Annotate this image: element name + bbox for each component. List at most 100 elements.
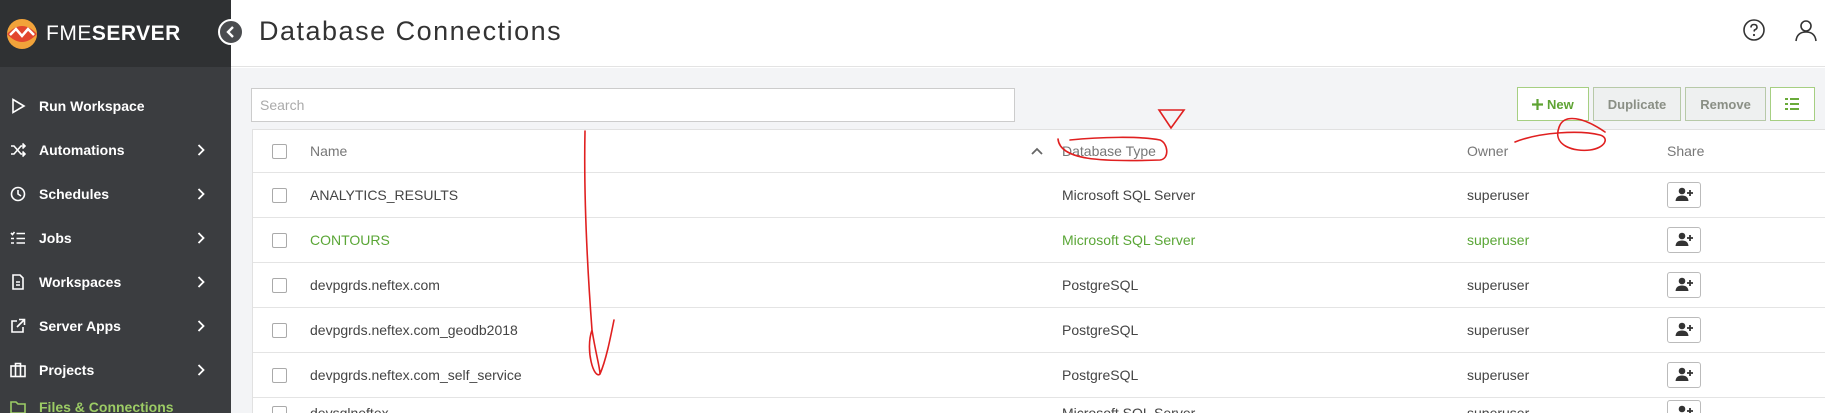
sidebar-item-label: Jobs [39,230,72,246]
briefcase-icon [9,361,27,379]
clock-icon [9,185,27,203]
table-row[interactable]: CONTOURS Microsoft SQL Server superuser [253,218,1825,263]
cell-database-type: Microsoft SQL Server [1062,405,1196,413]
cell-owner: superuser [1467,367,1530,383]
cell-database-type: Microsoft SQL Server [1062,187,1196,203]
brand-name: FMESERVER [46,22,181,46]
sidebar-item-files-connections[interactable]: Files & Connections [0,392,231,413]
brand-server: SERVER [91,21,181,45]
sidebar-item-projects[interactable]: Projects [0,348,231,392]
search-input[interactable] [251,88,1015,122]
chevron-down-icon [197,407,209,413]
brand-fme: FME [46,21,92,45]
cell-owner: superuser [1467,322,1530,338]
share-user-button[interactable] [1667,400,1701,413]
chevron-left-icon [226,26,234,38]
table-row[interactable]: devpgrds.neftex.com_self_service PostgreS… [253,353,1825,398]
play-icon [9,97,27,115]
table-row[interactable]: devpgrds.neftex.com PostgreSQL superuser [253,263,1825,308]
sidebar-item-label: Projects [39,362,95,378]
cell-name[interactable]: devpgrds.neftex.com_geodb2018 [310,308,518,352]
chevron-right-icon [197,319,205,335]
row-checkbox[interactable] [272,353,287,397]
cell-name[interactable]: devpgrds.neftex.com_self_service [310,353,522,397]
user-icon[interactable] [1794,18,1818,42]
sidebar-item-label: Schedules [39,186,110,202]
remove-button[interactable]: Remove [1685,87,1766,121]
sidebar-item-run-workspace[interactable]: Run Workspace [0,84,231,128]
row-checkbox[interactable] [272,398,287,413]
sidebar-item-label: Server Apps [39,318,121,334]
plus-icon [1532,98,1543,110]
sidebar-item-schedules[interactable]: Schedules [0,172,231,216]
toolbar: New Duplicate Remove [1517,87,1815,121]
cell-share [1667,398,1701,413]
sidebar: FMESERVER Run Workspace Automations Schedu… [0,0,244,413]
cell-database-type: PostgreSQL [1062,277,1139,293]
page-title: Database Connections [259,16,563,46]
main-content: New Duplicate Remove Name Database Type [231,68,1825,413]
cell-owner: superuser [1467,405,1530,413]
cell-owner: superuser [1467,277,1530,293]
help-icon[interactable] [1742,18,1766,42]
external-link-icon [9,317,27,335]
sidebar-item-label: Workspaces [39,274,122,290]
cell-name[interactable]: ANALYTICS_RESULTS [310,173,458,217]
share-user-button[interactable] [1667,182,1701,208]
page-header: Database Connections [231,0,1825,67]
list-icon [9,229,27,247]
cell-share [1667,308,1701,352]
table-row[interactable]: devpgrds.neftex.com_geodb2018 PostgreSQL s… [253,308,1825,353]
sidebar-item-workspaces[interactable]: Workspaces [0,260,231,304]
sort-ascending-icon[interactable] [1031,130,1043,172]
column-settings-button[interactable] [1769,87,1815,121]
table-row[interactable]: ANALYTICS_RESULTS Microsoft SQL Server sup… [253,173,1825,218]
document-icon [9,273,27,291]
select-all-checkbox[interactable] [272,130,287,172]
cell-database-type: PostgreSQL [1062,322,1139,338]
chevron-right-icon [197,143,205,159]
sidebar-item-label: Files & Connections [39,399,174,413]
row-checkbox[interactable] [272,308,287,352]
row-checkbox[interactable] [272,263,287,307]
app-window: FMESERVER Run Workspace Automations Schedu… [0,0,1825,413]
share-user-button[interactable] [1667,317,1701,343]
connections-table: Name Database Type Owner Share ANALYTICS… [252,129,1825,413]
share-user-button[interactable] [1667,227,1701,253]
column-header-owner[interactable]: Owner [1467,130,1508,172]
brand[interactable]: FMESERVER [0,0,231,67]
cell-owner: superuser [1467,232,1530,248]
cell-owner: superuser [1467,187,1530,203]
cell-database-type: PostgreSQL [1062,367,1139,383]
add-user-icon [1675,232,1693,249]
folder-icon [9,398,27,413]
column-header-share: Share [1667,143,1705,159]
add-user-icon [1675,322,1693,339]
sidebar-item-server-apps[interactable]: Server Apps [0,304,231,348]
columns-list-icon [1785,98,1800,110]
cell-name[interactable]: CONTOURS [310,218,390,262]
duplicate-button[interactable]: Duplicate [1592,87,1682,121]
sidebar-nav: Run Workspace Automations Schedules Jobs Wor… [0,84,231,413]
sidebar-item-jobs[interactable]: Jobs [0,216,231,260]
chevron-right-icon [197,231,205,247]
add-user-icon [1675,187,1693,204]
cell-name[interactable]: devpgrds.neftex.com [310,263,440,307]
table-body: ANALYTICS_RESULTS Microsoft SQL Server sup… [253,173,1825,413]
sidebar-item-label: Automations [39,142,125,158]
add-user-icon [1675,405,1693,413]
cell-share [1667,173,1701,217]
table-header-row: Name Database Type Owner Share [253,130,1825,173]
row-checkbox[interactable] [272,173,287,217]
sidebar-collapse-button[interactable] [218,19,244,45]
cell-name[interactable]: devsqlneftex [310,398,389,413]
column-header-database-type[interactable]: Database Type [1062,130,1156,172]
table-row[interactable]: devsqlneftex Microsoft SQL Server superuse… [253,398,1825,413]
new-button[interactable]: New [1517,87,1589,121]
share-user-button[interactable] [1667,272,1701,298]
row-checkbox[interactable] [272,218,287,262]
sidebar-item-automations[interactable]: Automations [0,128,231,172]
sidebar-item-label: Run Workspace [39,98,145,114]
column-header-name[interactable]: Name [310,130,347,172]
share-user-button[interactable] [1667,362,1701,388]
